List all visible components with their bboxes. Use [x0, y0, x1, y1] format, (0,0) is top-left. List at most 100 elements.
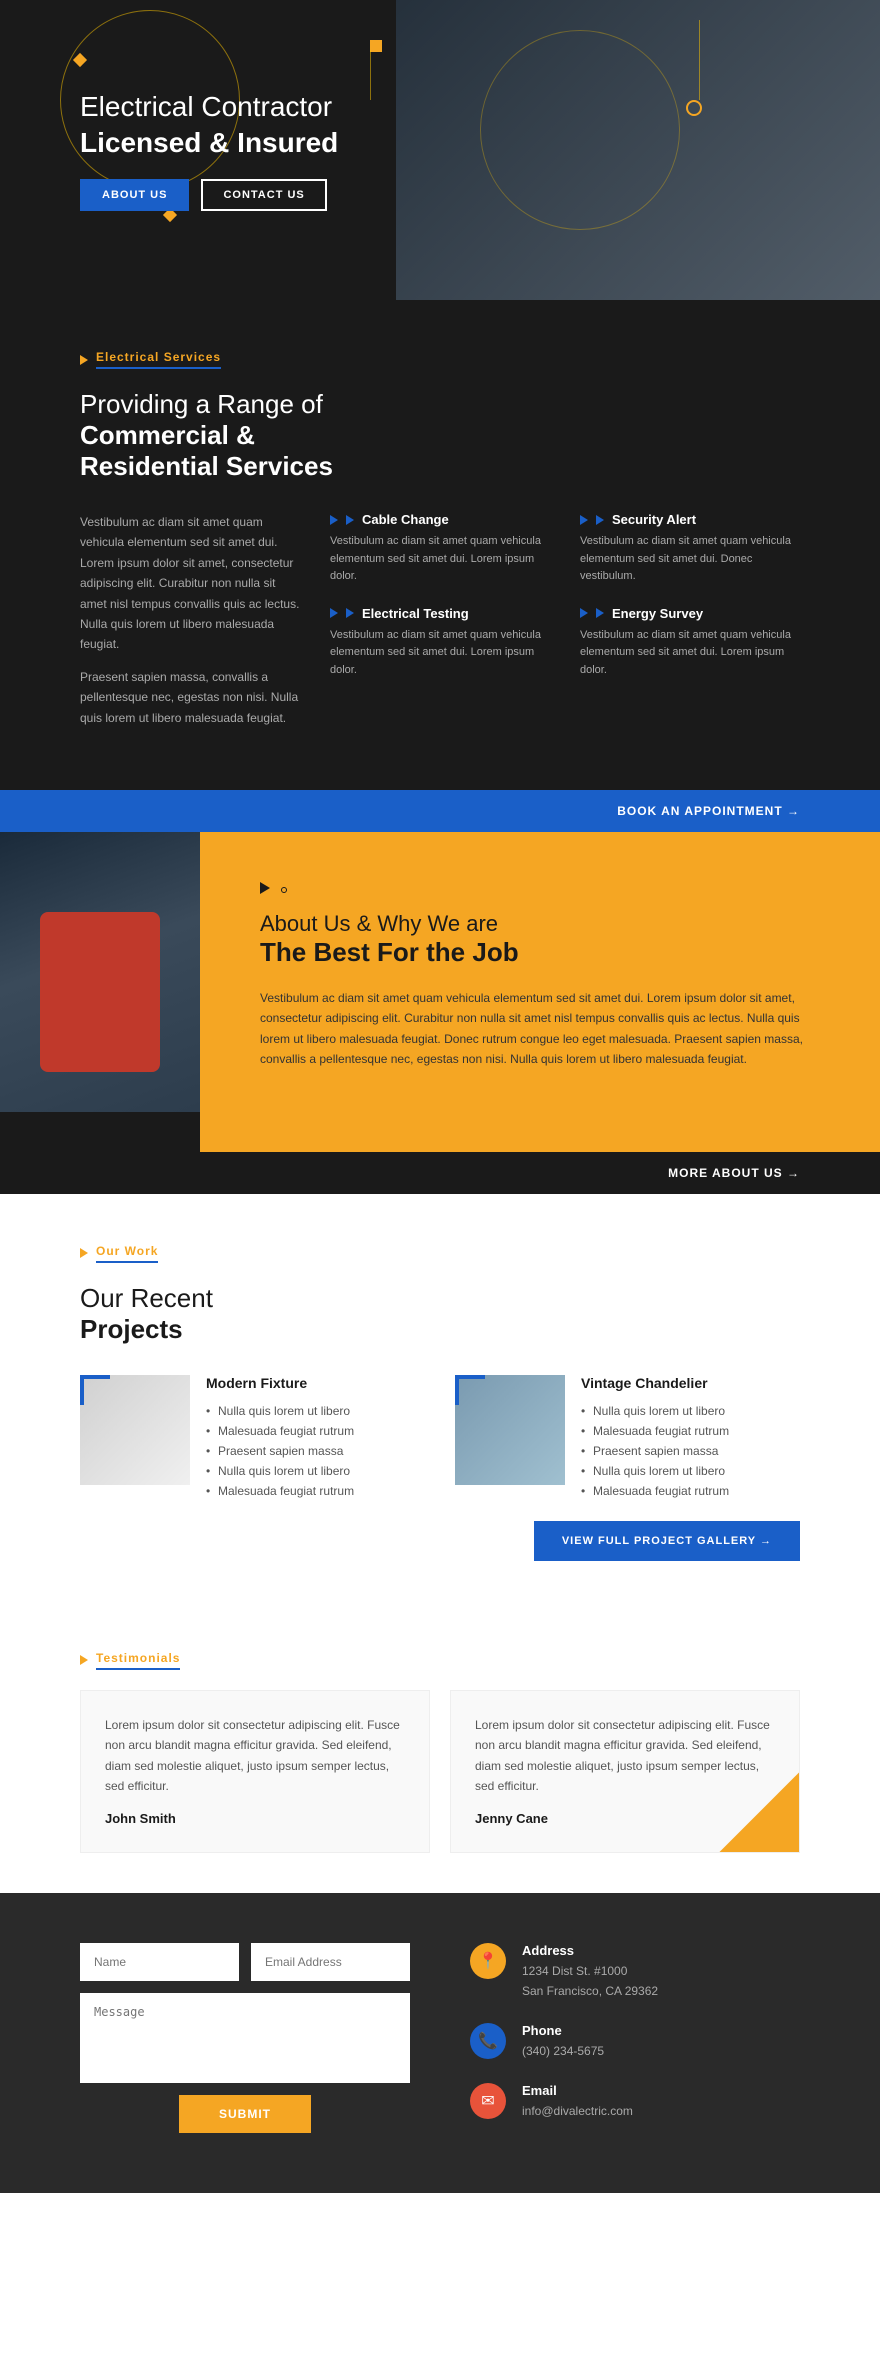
submit-button[interactable]: SUBMIT [179, 2095, 311, 2133]
projects-heading: Our Recent Projects [80, 1283, 800, 1345]
service-items-col1: Cable Change Vestibulum ac diam sit amet… [330, 512, 550, 740]
chevron-icon-7 [580, 608, 588, 618]
list-item: Nulla quis lorem ut libero [581, 1461, 729, 1481]
project-card-vintage: Vintage Chandelier Nulla quis lorem ut l… [455, 1375, 800, 1501]
services-heading: Providing a Range of Commercial & Reside… [80, 389, 800, 482]
about-content: About Us & Why We are The Best For the J… [200, 832, 880, 1152]
chevron-icon-8 [596, 608, 604, 618]
project-card-modern: Modern Fixture Nulla quis lorem ut liber… [80, 1375, 425, 1501]
hero-line-1 [370, 50, 371, 100]
testimonials-section: Testimonials Lorem ipsum dolor sit conse… [0, 1611, 880, 1894]
book-appointment-bar: BOOK AN APPOINTMENT → [0, 790, 880, 832]
contact-email: ✉ Email info@divalectric.com [470, 2083, 800, 2121]
location-icon: 📍 [470, 1943, 506, 1979]
service-item-cable: Cable Change Vestibulum ac diam sit amet… [330, 512, 550, 586]
service-item-testing: Electrical Testing Vestibulum ac diam si… [330, 606, 550, 680]
hero-content: Electrical Contractor Licensed & Insured… [80, 89, 338, 212]
hero-yellow-dot-3 [370, 40, 382, 52]
book-appointment-link[interactable]: BOOK AN APPOINTMENT → [617, 804, 800, 818]
phone-icon: 📞 [470, 2023, 506, 2059]
about-image-overlay [0, 1112, 200, 1152]
contact-form: SUBMIT [80, 1943, 410, 2143]
about-image-inner [0, 832, 200, 1152]
email-text: Email info@divalectric.com [522, 2083, 633, 2121]
multimeter-image [40, 912, 160, 1072]
list-item: Praesent sapien massa [581, 1441, 729, 1461]
chevron-icon [330, 515, 338, 525]
service-item-energy: Energy Survey Vestibulum ac diam sit ame… [580, 606, 800, 680]
testimonial-author-1: John Smith [105, 1811, 176, 1826]
services-tag-label: Electrical Services [96, 350, 221, 369]
projects-tag: Our Work [80, 1244, 800, 1263]
service-desc-energy: Vestibulum ac diam sit amet quam vehicul… [580, 627, 800, 680]
hero-heading: Electrical Contractor Licensed & Insured [80, 89, 338, 162]
about-tag-triangle [260, 882, 270, 894]
list-item: Praesent sapien massa [206, 1441, 354, 1461]
service-items-col2: Security Alert Vestibulum ac diam sit am… [580, 512, 800, 740]
contact-phone: 📞 Phone (340) 234-5675 [470, 2023, 800, 2061]
hero-line-2 [699, 20, 700, 100]
contact-info: 📍 Address 1234 Dist St. #1000San Francis… [470, 1943, 800, 2143]
list-item: Nulla quis lorem ut libero [581, 1401, 729, 1421]
gallery-bar: VIEW FULL PROJECT GALLERY → [80, 1521, 800, 1561]
chevron-icon-6 [596, 515, 604, 525]
about-description: Vestibulum ac diam sit amet quam vehicul… [260, 988, 820, 1070]
project-title-modern: Modern Fixture [206, 1375, 354, 1391]
service-desc-security: Vestibulum ac diam sit amet quam vehicul… [580, 533, 800, 586]
testimonials-grid: Lorem ipsum dolor sit consectetur adipis… [80, 1690, 800, 1854]
service-item-security: Security Alert Vestibulum ac diam sit am… [580, 512, 800, 586]
chevron-icon-4 [346, 608, 354, 618]
more-about-bar: MORE ABOUT US → [0, 1152, 880, 1194]
hero-section: Electrical Contractor Licensed & Insured… [0, 0, 880, 300]
list-item: Malesuada feugiat rutrum [206, 1481, 354, 1501]
project-info-vintage: Vintage Chandelier Nulla quis lorem ut l… [581, 1375, 729, 1501]
about-tag [260, 882, 820, 899]
more-about-link[interactable]: MORE ABOUT US → [668, 1166, 800, 1180]
contact-form-row [80, 1943, 410, 1993]
email-icon: ✉ [470, 2083, 506, 2119]
list-item: Malesuada feugiat rutrum [581, 1421, 729, 1441]
hero-buttons: ABOUT US CONTACT US [80, 179, 338, 211]
projects-tag-triangle [80, 1248, 88, 1258]
project-thumb-vintage [455, 1375, 565, 1485]
testimonial-text-1: Lorem ipsum dolor sit consectetur adipis… [105, 1715, 405, 1797]
chevron-icon-3 [330, 608, 338, 618]
services-tag: Electrical Services [80, 350, 800, 369]
about-us-button[interactable]: ABOUT US [80, 179, 189, 211]
service-title-testing: Electrical Testing [362, 606, 469, 621]
list-item: Nulla quis lorem ut libero [206, 1461, 354, 1481]
project-list-modern: Nulla quis lorem ut libero Malesuada feu… [206, 1401, 354, 1501]
contact-us-button[interactable]: CONTACT US [201, 179, 326, 211]
chevron-icon-5 [580, 515, 588, 525]
service-desc-testing: Vestibulum ac diam sit amet quam vehicul… [330, 627, 550, 680]
about-heading: About Us & Why We are The Best For the J… [260, 911, 820, 968]
chevron-icon-2 [346, 515, 354, 525]
project-list-vintage: Nulla quis lorem ut libero Malesuada feu… [581, 1401, 729, 1501]
services-description: Vestibulum ac diam sit amet quam vehicul… [80, 512, 300, 740]
list-item: Malesuada feugiat rutrum [581, 1481, 729, 1501]
email-input[interactable] [251, 1943, 410, 1981]
project-thumb-border [80, 1375, 110, 1405]
contact-section: SUBMIT 📍 Address 1234 Dist St. #1000San … [0, 1893, 880, 2193]
project-title-vintage: Vintage Chandelier [581, 1375, 729, 1391]
projects-grid: Modern Fixture Nulla quis lorem ut liber… [80, 1375, 800, 1501]
about-section: About Us & Why We are The Best For the J… [0, 832, 880, 1152]
services-tag-triangle [80, 355, 88, 365]
project-info-modern: Modern Fixture Nulla quis lorem ut liber… [206, 1375, 354, 1501]
address-text: Address 1234 Dist St. #1000San Francisco… [522, 1943, 658, 2000]
projects-tag-label: Our Work [96, 1244, 158, 1263]
testimonial-text-2: Lorem ipsum dolor sit consectetur adipis… [475, 1715, 775, 1797]
testimonials-tag: Testimonials [80, 1651, 800, 1670]
project-thumb-border-blue [455, 1375, 485, 1405]
name-input[interactable] [80, 1943, 239, 1981]
service-title-security: Security Alert [612, 512, 696, 527]
testimonials-tag-label: Testimonials [96, 1651, 180, 1670]
service-title-cable: Cable Change [362, 512, 449, 527]
about-image [0, 832, 200, 1152]
phone-text: Phone (340) 234-5675 [522, 2023, 604, 2061]
view-gallery-button[interactable]: VIEW FULL PROJECT GALLERY → [534, 1521, 800, 1561]
testimonial-author-2: Jenny Cane [475, 1811, 548, 1826]
projects-section: Our Work Our Recent Projects Modern Fixt… [0, 1194, 880, 1611]
message-input[interactable] [80, 1993, 410, 2083]
list-item: Malesuada feugiat rutrum [206, 1421, 354, 1441]
